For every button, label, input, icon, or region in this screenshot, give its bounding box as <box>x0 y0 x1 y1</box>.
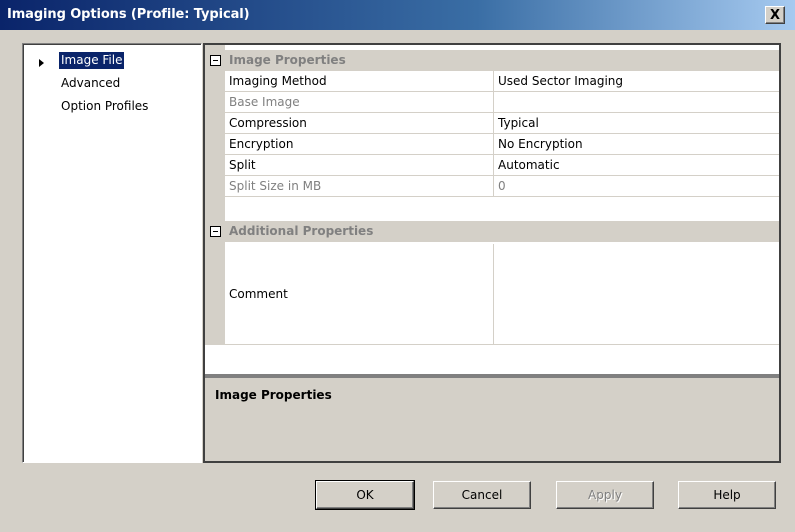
tree-item-image-file[interactable]: Image File <box>59 52 125 69</box>
collapse-minus-icon[interactable] <box>210 55 221 66</box>
property-name: Split <box>225 155 494 176</box>
property-row-encryption[interactable]: Encryption No Encryption <box>205 134 779 155</box>
window-title: Imaging Options (Profile: Typical) <box>7 7 250 22</box>
property-value[interactable]: No Encryption <box>494 134 779 155</box>
title-bar[interactable]: Imaging Options (Profile: Typical) X <box>0 0 795 30</box>
property-value[interactable]: Automatic <box>494 155 779 176</box>
tree-item-advanced[interactable]: Advanced <box>59 75 122 92</box>
property-row-base-image: Base Image <box>205 92 779 113</box>
property-name: Split Size in MB <box>225 176 494 197</box>
category-label: Additional Properties <box>229 224 374 238</box>
property-row-compression[interactable]: Compression Typical <box>205 113 779 134</box>
collapse-minus-icon[interactable] <box>210 226 221 237</box>
tree-expand-arrow-icon <box>39 59 44 67</box>
options-tree: Image File Advanced Option Profiles <box>22 43 202 463</box>
cancel-button[interactable]: Cancel <box>433 481 531 509</box>
property-row-comment[interactable]: Comment <box>205 244 779 345</box>
property-value[interactable]: Typical <box>494 113 779 134</box>
property-name: Encryption <box>225 134 494 155</box>
properties-panel: Image Properties Imaging Method Used Sec… <box>203 43 781 463</box>
property-name: Base Image <box>225 92 494 113</box>
property-name: Compression <box>225 113 494 134</box>
ok-button[interactable]: OK <box>315 480 415 510</box>
property-value[interactable]: Used Sector Imaging <box>494 71 779 92</box>
property-row-split[interactable]: Split Automatic <box>205 155 779 176</box>
property-value <box>494 92 779 113</box>
category-additional-properties: Additional Properties <box>205 221 779 242</box>
tree-item-option-profiles[interactable]: Option Profiles <box>59 98 150 115</box>
imaging-options-dialog: Imaging Options (Profile: Typical) X Ima… <box>0 0 795 532</box>
property-row-split-size: Split Size in MB 0 <box>205 176 779 197</box>
property-row-imaging-method[interactable]: Imaging Method Used Sector Imaging <box>205 71 779 92</box>
close-icon: X <box>769 7 781 23</box>
property-value: 0 <box>494 176 779 197</box>
description-title: Image Properties <box>215 388 332 402</box>
property-name: Imaging Method <box>225 71 494 92</box>
description-pane: Image Properties <box>205 377 779 461</box>
help-button[interactable]: Help <box>678 481 776 509</box>
property-grid: Image Properties Imaging Method Used Sec… <box>205 45 779 374</box>
property-name: Comment <box>225 244 494 345</box>
category-label: Image Properties <box>229 53 346 67</box>
category-image-properties: Image Properties <box>205 50 779 71</box>
comment-value-field[interactable] <box>494 244 779 345</box>
apply-button[interactable]: Apply <box>556 481 654 509</box>
close-button[interactable]: X <box>765 6 785 24</box>
